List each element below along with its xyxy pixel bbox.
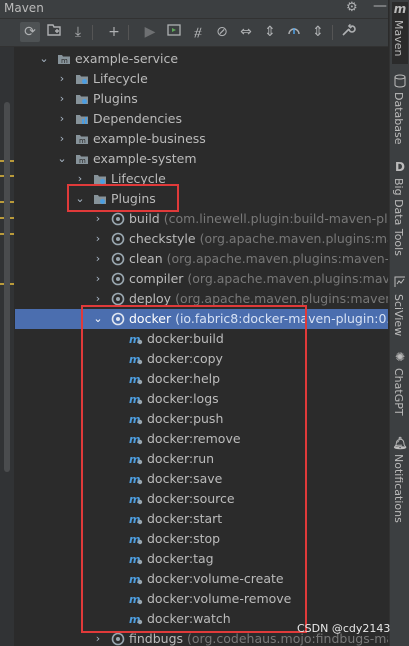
gear-icon[interactable]: ⚙ (346, 0, 358, 15)
tab-label: SciView (392, 294, 405, 337)
expand-all-icon[interactable]: ⇕ (260, 22, 280, 42)
chevron-right-icon[interactable]: › (92, 209, 104, 229)
plugin-icon (111, 252, 125, 266)
tool-window-title: Maven (4, 1, 44, 15)
tree-label: Lifecycle (93, 71, 148, 86)
database-icon (392, 74, 408, 90)
plugins-folder-icon (75, 92, 89, 106)
chevron-right-icon[interactable]: › (56, 109, 68, 129)
tree-label: example-service (75, 51, 179, 66)
hide-icon[interactable]: — (373, 0, 387, 14)
collapse-all-icon[interactable]: ⇕ (308, 22, 328, 42)
collapse-icon[interactable]: ⇔ (236, 22, 256, 42)
tree-label: clean (129, 251, 163, 266)
generate-sources-icon[interactable] (44, 22, 64, 42)
maven-icon: m (393, 2, 407, 16)
right-tool-stripe: m Maven Database D Big Data Tools SciVie… (389, 0, 409, 646)
tree-label: compiler (129, 271, 184, 286)
execute-goal-icon[interactable] (164, 22, 184, 42)
tab-label: Database (392, 92, 405, 145)
tab-sciview[interactable]: SciView (392, 276, 408, 338)
plugin-icon (111, 212, 125, 226)
tree-row-plugin-clean[interactable]: › clean (org.apache.maven.plugins:maven-… (15, 249, 388, 269)
tab-label: Notifications (392, 454, 405, 523)
tree-row-plugins[interactable]: › Plugins (15, 89, 388, 109)
tree-label: deploy (129, 291, 172, 306)
tree-row-example-service[interactable]: ⌄ m example-service (15, 49, 388, 69)
plugin-icon (111, 632, 125, 646)
add-icon[interactable]: + (104, 22, 124, 42)
editor-gutter (0, 47, 14, 646)
tree-row-lifecycle[interactable]: › Lifecycle (15, 69, 388, 89)
tree-row-example-business[interactable]: › m example-business (15, 129, 388, 149)
tree-row-plugin-compiler[interactable]: › compiler (org.apache.maven.plugins:mav… (15, 269, 388, 289)
plugin-icon (111, 292, 125, 306)
plugin-coordinates: (org.apache.maven.plugins:maven-de (175, 291, 388, 306)
tree-label: Dependencies (93, 111, 182, 126)
chevron-right-icon[interactable]: › (92, 269, 104, 289)
tree-label: example-system (93, 151, 197, 166)
tree-row-dependencies[interactable]: › Dependencies (15, 109, 388, 129)
tree-row-plugin-checkstyle[interactable]: › checkstyle (org.apache.maven.plugins:m… (15, 229, 388, 249)
big-data-tools-icon: D (395, 160, 405, 174)
tree-label: Plugins (93, 91, 138, 106)
tab-label: Maven (392, 20, 405, 57)
plugin-coordinates: (org.apache.maven.plugins:maven-clea (166, 251, 388, 266)
tab-label: ChatGPT (392, 368, 405, 416)
chevron-right-icon[interactable]: › (92, 249, 104, 269)
tab-maven[interactable]: m Maven (392, 2, 408, 64)
maven-toolbar: ⟳ ⤓ + ▶ ⧣ ⊘ ⇔ ⇕ ⇕ (0, 19, 388, 47)
svg-text:m: m (79, 157, 86, 165)
annotation-box-plugins (67, 184, 179, 212)
lifecycle-folder-icon (75, 72, 89, 86)
tool-window-header: Maven ⚙ — (0, 0, 388, 19)
maven-module-icon: m (57, 52, 71, 66)
tree-label: findbugs (129, 631, 184, 646)
plugin-coordinates: (org.apache.maven.plugins:maven-c (187, 271, 388, 286)
maven-module-icon: m (75, 132, 89, 146)
tree-label: example-business (93, 131, 206, 146)
dependencies-folder-icon (75, 112, 89, 126)
chatgpt-icon: ✺ (394, 350, 406, 364)
skip-tests-icon[interactable]: ⊘ (212, 22, 232, 42)
plugin-icon (111, 232, 125, 246)
svg-text:m: m (61, 57, 68, 65)
chevron-right-icon[interactable]: › (56, 89, 68, 109)
chevron-right-icon[interactable]: › (56, 69, 68, 89)
tab-database[interactable]: Database (392, 74, 408, 154)
run-icon[interactable]: ▶ (140, 22, 160, 42)
chevron-right-icon[interactable]: › (56, 129, 68, 149)
tree-label: checkstyle (129, 231, 196, 246)
wrench-icon[interactable] (338, 22, 358, 42)
tab-label: Big Data Tools (392, 178, 405, 256)
toggle-offline-icon[interactable]: ⧣ (188, 22, 208, 42)
watermark: CSDN @cdy2143 (297, 622, 391, 635)
svg-text:m: m (79, 137, 86, 145)
tab-big-data-tools[interactable]: D Big Data Tools (392, 160, 408, 270)
bell-icon: 🔔︎ (392, 436, 408, 450)
chevron-right-icon[interactable]: › (92, 229, 104, 249)
tab-notifications[interactable]: 🔔︎ Notifications (392, 436, 408, 526)
reload-icon[interactable]: ⟳ (20, 22, 40, 42)
tree-label: build (129, 211, 160, 226)
plugin-coordinates: (org.apache.maven.plugins:maven- (199, 231, 388, 246)
tree-row-plugin-build[interactable]: › build (com.linewell.plugin:build-maven… (15, 209, 388, 229)
annotation-box-docker-goals (81, 305, 307, 633)
plugin-coordinates: (com.linewell.plugin:build-maven-plugin (163, 211, 388, 226)
show-dependencies-icon[interactable] (284, 22, 304, 42)
chevron-down-icon[interactable]: ⌄ (38, 49, 50, 69)
gutter-scrollbar[interactable] (4, 102, 10, 472)
tab-chatgpt[interactable]: ✺ ChatGPT (392, 350, 408, 420)
maven-module-icon: m (75, 152, 89, 166)
chevron-down-icon[interactable]: ⌄ (56, 149, 68, 169)
sciview-icon (392, 276, 408, 292)
download-icon[interactable]: ⤓ (68, 22, 88, 42)
plugin-icon (111, 272, 125, 286)
tree-row-example-system[interactable]: ⌄ m example-system (15, 149, 388, 169)
